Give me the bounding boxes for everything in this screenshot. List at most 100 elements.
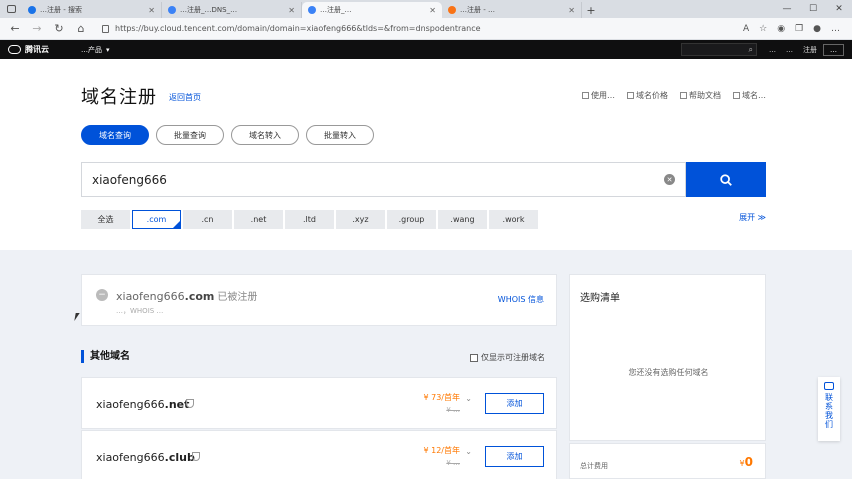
domain-console-link[interactable]: 域名… [733, 90, 766, 101]
domain-price: ¥ 12/首年 [423, 446, 460, 455]
contact-us-label: 联系我们 [824, 393, 834, 429]
help-docs-link[interactable]: 帮助文档 [680, 90, 721, 101]
whois-info-link[interactable]: WHOIS 信息 [498, 294, 544, 305]
collections-icon[interactable]: ❐ [795, 24, 803, 34]
tab-batch-query[interactable]: 批量查询 [156, 125, 224, 145]
cloud-favicon-icon [308, 6, 316, 14]
expand-suffixes-link[interactable]: 展开 ≫ [739, 212, 766, 223]
registered-domain: xiaofeng666.com 已被注册 [116, 290, 258, 303]
suffix-xyz[interactable]: .xyz [336, 210, 385, 229]
chat-icon [824, 382, 834, 390]
status-badge: 已被注册 [217, 292, 258, 303]
contact-us-button[interactable]: 联系我们 [818, 377, 840, 441]
total-label: 总计费用 [580, 462, 608, 470]
tab-batch-transfer[interactable]: 批量转入 [306, 125, 374, 145]
domain-search-box: ✕ [81, 162, 686, 197]
reload-icon[interactable]: ↻ [52, 22, 66, 36]
suffix-all[interactable]: 全选 [81, 210, 130, 229]
window-menu-icon[interactable] [0, 0, 22, 18]
read-aloud-icon[interactable]: A [743, 24, 749, 34]
shopping-list-panel: 选购清单 您还没有选购任何域名 [569, 274, 766, 441]
suffix-cn[interactable]: .cn [183, 210, 232, 229]
search-favicon-icon [28, 6, 36, 14]
chevron-down-icon[interactable]: ⌄ [465, 447, 472, 456]
chevron-down-icon[interactable]: ⌄ [465, 394, 472, 403]
browser-tab-bar: …注册 - 搜索 ✕ …注册_…DNS_… ✕ …注册_… ✕ …注册 - … … [0, 0, 852, 18]
site-header: 腾讯云 …产品 ▾ ⌕ … … 注册 … [0, 40, 852, 59]
mouse-cursor-icon [74, 313, 80, 321]
price-link[interactable]: 域名价格 [627, 90, 668, 101]
only-available-label: 仅显示可注册域名 [481, 353, 545, 362]
suffix-net[interactable]: .net [234, 210, 283, 229]
shield-icon [186, 399, 194, 408]
back-home-link[interactable]: 返回首页 [169, 92, 201, 103]
products-menu[interactable]: …产品 ▾ [81, 45, 110, 55]
site-logo[interactable]: 腾讯云 [8, 44, 49, 55]
window-controls: — ☐ ✕ [774, 0, 852, 18]
products-label: …产品 [81, 45, 102, 54]
cloud-favicon-icon [168, 6, 176, 14]
cart-total-panel: 总计费用 ¥0 [569, 443, 766, 479]
domain-name: xiaofeng666.club [96, 451, 195, 464]
domain-old-price: ¥ … [446, 459, 460, 467]
new-tab-button[interactable]: + [582, 2, 600, 18]
tab-close-icon[interactable]: ✕ [148, 6, 155, 15]
orange-favicon-icon [448, 6, 456, 14]
header-link-register[interactable]: 注册 [803, 45, 817, 55]
favorite-star-icon[interactable]: ☆ [759, 24, 767, 34]
extension-icon[interactable]: ◉ [777, 24, 785, 34]
suffix-com[interactable]: .com [132, 210, 181, 229]
shield-icon [192, 452, 200, 461]
only-available-checkbox[interactable] [470, 353, 478, 362]
search-button[interactable] [686, 162, 766, 197]
cart-title: 选购清单 [580, 293, 620, 304]
suffix-work[interactable]: .work [489, 210, 538, 229]
more-menu-icon[interactable]: … [831, 24, 840, 34]
domain-old-price: ¥ … [446, 406, 460, 414]
header-link-1[interactable]: … [769, 46, 776, 54]
help-links: 使用… 域名价格 帮助文档 域名… [582, 90, 766, 101]
suffix-ltd[interactable]: .ltd [285, 210, 334, 229]
search-icon[interactable]: ⌕ [749, 45, 753, 55]
tab-label: …注册 - 搜索 [40, 6, 82, 14]
tab-close-icon[interactable]: ✕ [288, 6, 295, 15]
close-window-icon[interactable]: ✕ [826, 4, 852, 14]
tab-domain-query[interactable]: 域名查询 [81, 125, 149, 145]
only-available-toggle[interactable]: 仅显示可注册域名 [470, 352, 545, 363]
browser-tab-3-active[interactable]: …注册_… ✕ [302, 2, 442, 18]
domain-search-input[interactable] [92, 172, 664, 187]
tab-close-icon[interactable]: ✕ [429, 6, 436, 15]
tab-label: …注册_…DNS_… [180, 6, 238, 14]
forward-arrow-icon[interactable]: → [30, 22, 44, 36]
tab-label: …注册 - … [460, 6, 495, 14]
minimize-icon[interactable]: — [774, 4, 800, 14]
domain-name: xiaofeng666.net [96, 398, 190, 411]
lock-icon [102, 24, 109, 33]
clear-icon[interactable]: ✕ [664, 174, 675, 185]
cart-empty-text: 您还没有选购任何域名 [628, 368, 709, 377]
other-domains-title: 其他域名 [81, 350, 130, 363]
add-to-cart-button[interactable]: 添加 [485, 393, 544, 414]
suffix-group[interactable]: .group [387, 210, 436, 229]
console-button[interactable]: … [823, 43, 844, 56]
domain-row-net: xiaofeng666.net ¥ 73/首年 ¥ … ⌄ 添加 [81, 377, 557, 429]
price-icon [627, 92, 634, 99]
header-link-2[interactable]: … [786, 46, 793, 54]
back-arrow-icon[interactable]: ← [8, 22, 22, 36]
header-search[interactable]: ⌕ [681, 43, 757, 56]
browser-tab-4[interactable]: …注册 - … ✕ [442, 2, 582, 18]
maximize-icon[interactable]: ☐ [800, 4, 826, 14]
help-icon [680, 92, 687, 99]
domain-row-club: xiaofeng666.club ¥ 12/首年 ¥ … ⌄ 添加 [81, 430, 557, 479]
usage-link[interactable]: 使用… [582, 90, 615, 101]
browser-tab-2[interactable]: …注册_…DNS_… ✕ [162, 2, 302, 18]
url-field[interactable]: https://buy.cloud.tencent.com/domain/dom… [96, 21, 735, 37]
tab-domain-transfer[interactable]: 域名转入 [231, 125, 299, 145]
add-to-cart-button[interactable]: 添加 [485, 446, 544, 467]
profile-icon[interactable]: ● [813, 24, 821, 34]
suffix-wang[interactable]: .wang [438, 210, 487, 229]
browser-tab-1[interactable]: …注册 - 搜索 ✕ [22, 2, 162, 18]
home-icon[interactable]: ⌂ [74, 22, 88, 36]
tab-close-icon[interactable]: ✕ [568, 6, 575, 15]
page-title: 域名注册 [81, 87, 157, 108]
